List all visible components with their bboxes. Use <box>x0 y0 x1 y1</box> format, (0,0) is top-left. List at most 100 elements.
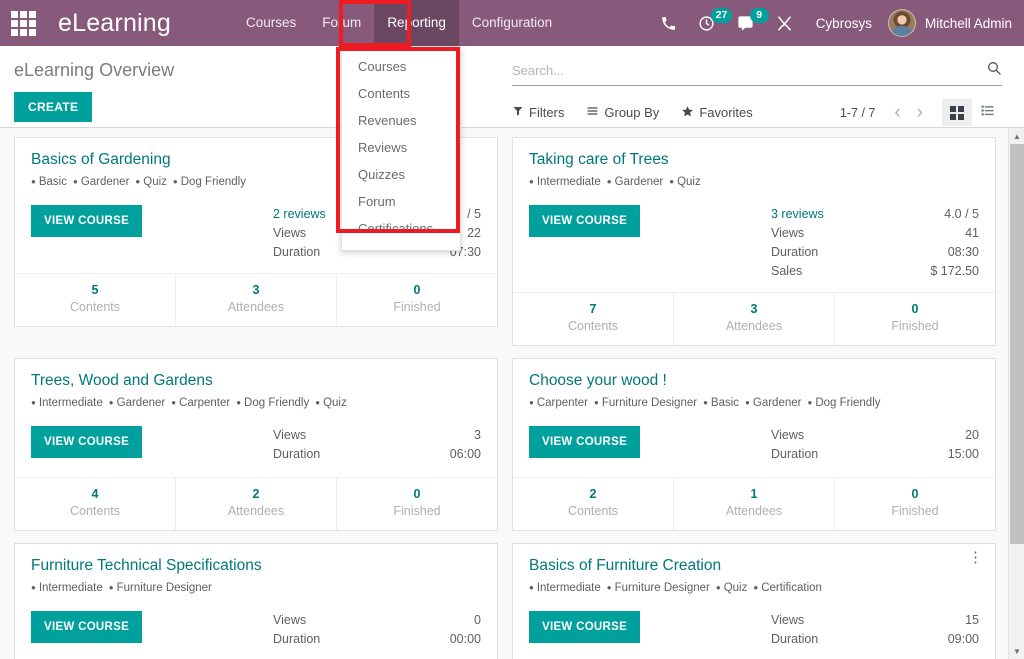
vertical-scrollbar[interactable]: ▲ ▼ <box>1008 128 1024 659</box>
dropdown-item-quizzes[interactable]: Quizzes <box>342 161 460 188</box>
scroll-down-arrow-icon[interactable]: ▼ <box>1009 643 1024 659</box>
footer-finished[interactable]: 0 Finished <box>834 478 995 530</box>
course-tag[interactable]: Dog Friendly <box>173 176 246 188</box>
app-brand-elearning[interactable]: eLearning <box>58 9 171 38</box>
course-card[interactable]: Choose your wood ! Carpenter Furniture De… <box>512 358 996 531</box>
footer-attendees[interactable]: 2 Attendees <box>175 478 336 530</box>
course-tag[interactable]: Gardener <box>607 176 664 188</box>
course-tag[interactable]: Quiz <box>135 176 167 188</box>
course-tag[interactable]: Carpenter <box>529 397 588 409</box>
menu-item-configuration[interactable]: Configuration <box>459 0 565 46</box>
footer-finished[interactable]: 0 Finished <box>834 293 995 345</box>
course-title[interactable]: Taking care of Trees <box>529 151 979 169</box>
search-input[interactable] <box>512 63 986 78</box>
stat-key[interactable]: 3 reviews <box>771 205 824 224</box>
filters-button[interactable]: Filters <box>512 105 564 120</box>
footer-contents[interactable]: 5 Contents <box>15 274 175 326</box>
finished-label: Finished <box>393 300 441 314</box>
footer-contents[interactable]: 2 Contents <box>513 478 673 530</box>
course-tag[interactable]: Certification <box>753 582 822 594</box>
course-card[interactable]: Trees, Wood and Gardens Intermediate Gard… <box>14 358 498 531</box>
course-tag[interactable]: Carpenter <box>171 397 230 409</box>
contents-label: Contents <box>567 319 619 333</box>
favorites-button[interactable]: Favorites <box>681 105 753 121</box>
chevron-right-icon[interactable]: › <box>910 103 930 122</box>
course-tag[interactable]: Quiz <box>315 397 347 409</box>
dropdown-item-certifications[interactable]: Certifications <box>342 215 460 242</box>
course-title[interactable]: Choose your wood ! <box>529 372 979 390</box>
attendees-count: 1 <box>750 487 758 501</box>
course-card[interactable]: ⋮ Basics of Furniture Creation Intermedi… <box>512 543 996 659</box>
view-course-button[interactable]: VIEW COURSE <box>31 426 143 458</box>
messages-chat-icon[interactable]: 9 <box>726 0 769 46</box>
course-card[interactable]: Taking care of Trees Intermediate Gardene… <box>512 137 996 346</box>
course-tag[interactable]: Gardener <box>73 176 130 188</box>
course-tag[interactable]: Furniture Designer <box>594 397 697 409</box>
view-course-button[interactable]: VIEW COURSE <box>529 426 641 458</box>
course-tag[interactable]: Gardener <box>109 397 166 409</box>
pager-label[interactable]: 1-7 / 7 <box>840 106 875 120</box>
scrollbar-thumb[interactable] <box>1010 144 1024 544</box>
course-tag[interactable]: Intermediate <box>529 176 601 188</box>
user-menu[interactable]: Mitchell Admin <box>884 9 1012 37</box>
footer-finished[interactable]: 0 Finished <box>336 274 497 326</box>
course-tag[interactable]: Intermediate <box>31 397 103 409</box>
footer-attendees[interactable]: 3 Attendees <box>175 274 336 326</box>
footer-attendees[interactable]: 1 Attendees <box>673 478 834 530</box>
dropdown-item-reviews[interactable]: Reviews <box>342 134 460 161</box>
view-course-button[interactable]: VIEW COURSE <box>529 611 641 643</box>
course-tag[interactable]: Furniture Designer <box>607 582 710 594</box>
group-by-button[interactable]: Group By <box>586 105 659 120</box>
create-button[interactable]: CREATE <box>14 92 93 122</box>
dropdown-item-contents[interactable]: Contents <box>342 80 460 107</box>
course-tag[interactable]: Basic <box>31 176 67 188</box>
course-tag[interactable]: Furniture Designer <box>109 582 212 594</box>
course-title[interactable]: Basics of Furniture Creation <box>529 557 979 575</box>
phone-icon[interactable] <box>650 0 687 46</box>
company-name[interactable]: Cybrosys <box>804 16 884 31</box>
menu-item-courses[interactable]: Courses <box>233 0 309 46</box>
footer-contents[interactable]: 7 Contents <box>513 293 673 345</box>
course-tags: Intermediate Gardener Quiz <box>529 174 979 191</box>
view-course-button[interactable]: VIEW COURSE <box>31 205 143 237</box>
course-title[interactable]: Furniture Technical Specifications <box>31 557 481 575</box>
footer-contents[interactable]: 4 Contents <box>15 478 175 530</box>
course-card[interactable]: Furniture Technical Specifications Inter… <box>14 543 498 659</box>
course-tag[interactable]: Dog Friendly <box>807 397 880 409</box>
footer-finished[interactable]: 0 Finished <box>336 478 497 530</box>
view-course-button[interactable]: VIEW COURSE <box>31 611 143 643</box>
stat-row: Duration 09:00 <box>771 630 979 649</box>
dropdown-item-forum[interactable]: Forum <box>342 188 460 215</box>
course-stats: Views 20 Duration 15:00 <box>771 426 979 464</box>
dropdown-item-courses[interactable]: Courses <box>342 53 460 80</box>
activity-clock-icon[interactable]: 27 <box>687 0 733 46</box>
menu-item-reporting[interactable]: Reporting <box>374 0 459 46</box>
star-icon <box>681 105 694 121</box>
stat-row: Duration 15:00 <box>771 445 979 464</box>
menu-item-forum[interactable]: Forum <box>309 0 374 46</box>
kebab-menu-icon[interactable]: ⋮ <box>964 550 987 566</box>
scroll-up-arrow-icon[interactable]: ▲ <box>1009 128 1024 144</box>
list-view-button[interactable] <box>972 99 1002 126</box>
finished-count: 0 <box>911 487 919 501</box>
apps-grid-icon[interactable] <box>6 8 40 38</box>
footer-attendees[interactable]: 3 Attendees <box>673 293 834 345</box>
wrench-tools-icon[interactable] <box>765 0 804 46</box>
stat-key[interactable]: 2 reviews <box>273 205 326 224</box>
stat-row: Duration 06:00 <box>273 445 481 464</box>
course-tag[interactable]: Gardener <box>745 397 802 409</box>
view-course-button[interactable]: VIEW COURSE <box>529 205 641 237</box>
dropdown-item-revenues[interactable]: Revenues <box>342 107 460 134</box>
course-tag[interactable]: Basic <box>703 397 739 409</box>
course-title[interactable]: Trees, Wood and Gardens <box>31 372 481 390</box>
course-tag[interactable]: Intermediate <box>529 582 601 594</box>
course-tag[interactable]: Quiz <box>716 582 748 594</box>
kanban-view-button[interactable] <box>942 99 972 126</box>
course-tag[interactable]: Quiz <box>669 176 701 188</box>
course-tag[interactable]: Dog Friendly <box>236 397 309 409</box>
kanban-column: Choose your wood ! Carpenter Furniture De… <box>505 358 1003 543</box>
search-icon[interactable] <box>986 60 1002 81</box>
chevron-left-icon[interactable]: ‹ <box>887 103 907 122</box>
course-tag[interactable]: Intermediate <box>31 582 103 594</box>
search-bar[interactable] <box>512 60 1002 86</box>
